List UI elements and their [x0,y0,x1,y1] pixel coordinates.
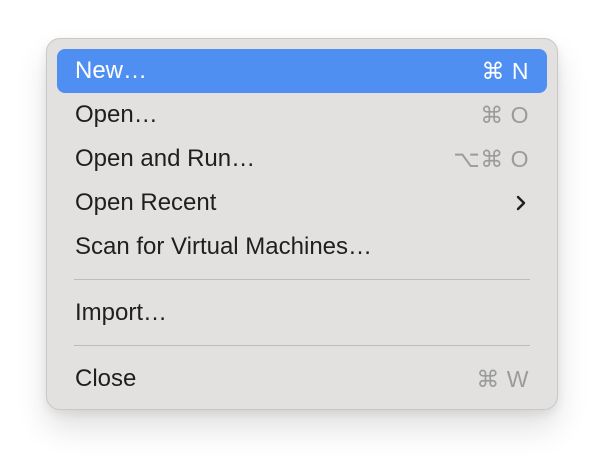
menu-item-label: Open and Run… [75,145,256,172]
menu-item-open-recent[interactable]: Open Recent [57,181,547,225]
menu-item-import[interactable]: Import… [57,291,547,335]
menu-item-label: Import… [75,299,168,326]
menu-separator [74,345,530,346]
file-menu: New… ⌘ N Open… ⌘ O Open and Run… ⌥⌘ O Op… [46,38,558,410]
menu-item-label: New… [75,57,148,84]
menu-item-label: Close [75,365,137,392]
menu-item-scan-for-virtual-machines[interactable]: Scan for Virtual Machines… [57,225,547,269]
menu-item-label: Open Recent [75,189,217,216]
menu-item-shortcut: ⌥⌘ O [453,145,529,172]
menu-item-shortcut: ⌘ W [476,365,529,392]
menu-item-close[interactable]: Close ⌘ W [57,357,547,401]
menu-item-open-and-run[interactable]: Open and Run… ⌥⌘ O [57,137,547,181]
chevron-right-icon [513,193,529,213]
menu-item-shortcut: ⌘ O [480,101,529,128]
menu-item-label: Scan for Virtual Machines… [75,233,373,260]
menu-item-new[interactable]: New… ⌘ N [57,49,547,93]
menu-item-open[interactable]: Open… ⌘ O [57,93,547,137]
menu-separator [74,279,530,280]
screen: New… ⌘ N Open… ⌘ O Open and Run… ⌥⌘ O Op… [0,0,604,464]
menu-item-shortcut: ⌘ N [481,57,529,84]
menu-item-label: Open… [75,101,158,128]
